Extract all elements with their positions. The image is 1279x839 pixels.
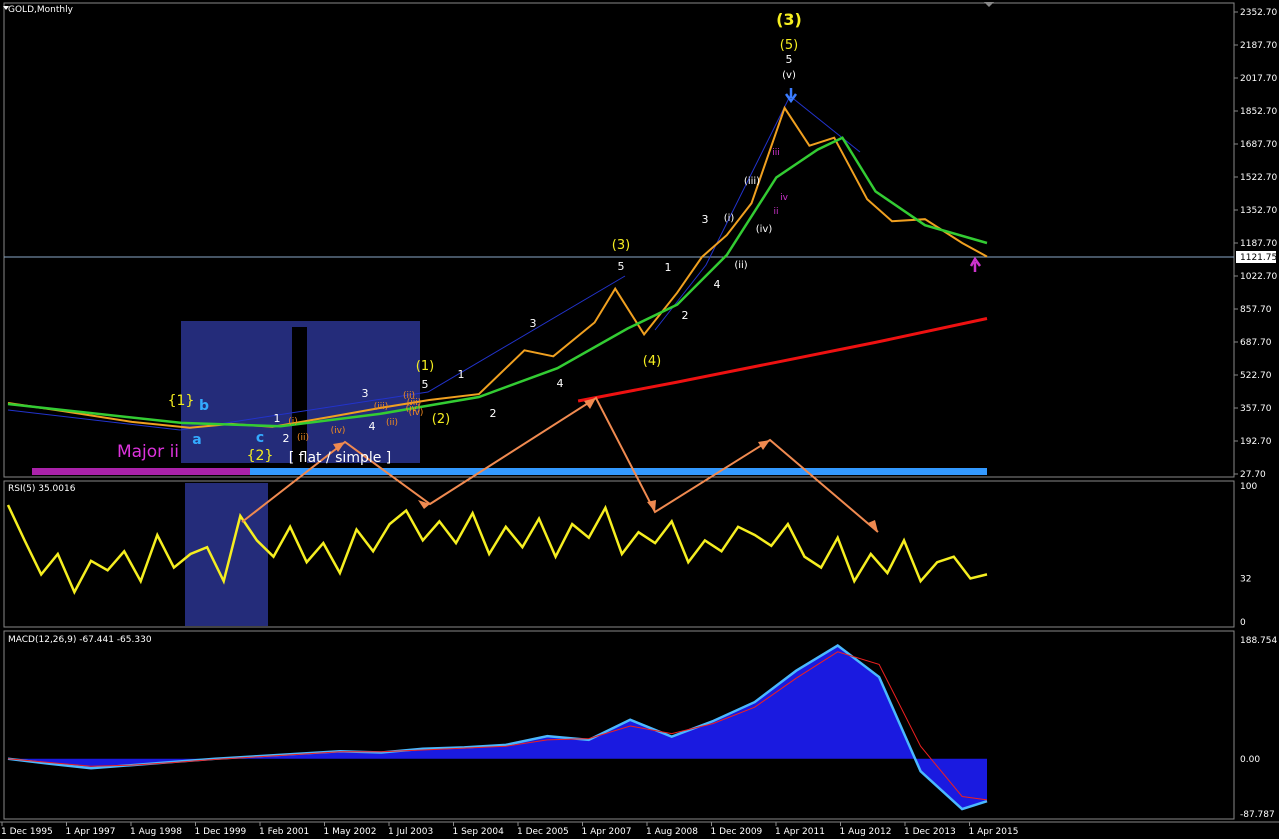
wave-label: 4 [714,278,721,291]
wave-label: 1 [665,261,672,274]
wave-label: 5 [422,378,429,391]
wave-label: (iv) [409,408,424,418]
x-tick-label: 1 Feb 2001 [259,827,309,837]
wave-label: 1 [458,368,465,381]
rsi-y-tick-label: 32 [1240,574,1251,584]
wave-label: 4 [557,377,564,390]
wave-label: 2 [283,432,290,445]
macd-y-tick-label: -87.787 [1240,810,1275,820]
strip-blue [250,468,987,475]
wave-label: 5 [786,53,793,66]
wave-label: (ii) [297,433,309,443]
wave-label: c [256,430,264,446]
price-y-tick-label: 1522.70 [1240,173,1277,183]
wave-label: (3) [776,10,802,29]
x-tick-label: 1 Apr 1997 [66,827,116,837]
price-y-tick-label: 2187.70 [1240,41,1277,51]
wave-label: (iii) [407,398,422,408]
rsi-y-tick-label: 100 [1240,482,1257,492]
wave-label: b [199,398,209,414]
wave-label: (4) [643,354,661,369]
macd-y-tick-label: 0.00 [1240,755,1260,765]
strip-magenta [32,468,250,475]
wave-label: (v) [782,70,796,81]
highlight-box-rsi [185,483,268,626]
wave-label: 3 [530,317,537,330]
x-tick-label: 1 Aug 2012 [840,827,892,837]
wave-label: (iii) [744,176,760,187]
wave-label: {2} [247,448,274,464]
price-y-tick-label: 2017.70 [1240,74,1277,84]
scroll-marker-icon[interactable] [984,2,994,7]
x-tick-label: 1 Apr 2011 [775,827,825,837]
wave-label: 3 [702,213,709,226]
wave-label: [ flat / simple ] [289,450,392,466]
sma-green-line [7,136,988,428]
price-y-tick-label: 27.70 [1240,470,1266,480]
rsi-y-tick-label: 0 [1240,618,1246,628]
wave-label: (1) [416,359,434,374]
wave-label: (2) [432,412,450,427]
wave-label: a [192,432,201,448]
wave-label: (iv) [756,224,773,235]
wave-label: 2 [490,407,497,420]
price-y-tick-label: 1687.70 [1240,140,1277,150]
price-y-tick-label: 357.70 [1240,404,1272,414]
price-y-tick-label: 857.70 [1240,305,1272,315]
price-y-tick-label: 1187.70 [1240,239,1277,249]
wave-label: (iii) [374,402,389,412]
x-tick-label: 1 Apr 2007 [582,827,632,837]
wave-label: (ii) [386,418,398,428]
bottom-arrow-icon [969,256,982,272]
price-series-line [7,105,988,429]
x-tick-label: 1 May 2002 [324,827,377,837]
macd-histogram [8,645,987,810]
x-tick-label: 1 Dec 1995 [1,827,53,837]
wave-label: iii [772,148,780,158]
x-tick-label: 1 Dec 1999 [195,827,247,837]
wave-label: 5 [618,260,625,273]
price-y-tick-label: 192.70 [1240,437,1272,447]
x-tick-label: 1 Sep 2004 [453,827,505,837]
price-y-tick-label: 1852.70 [1240,107,1277,117]
x-tick-label: 1 Aug 1998 [130,827,182,837]
x-tick-label: 1 Dec 2005 [517,827,569,837]
price-y-tick-label: 1352.70 [1240,206,1277,216]
sma-red-line [577,317,988,403]
wave-label: iv [780,193,789,203]
current-price-label: 1121.75 [1240,253,1277,263]
price-y-tick-label: 2352.70 [1240,8,1277,18]
price-y-tick-label: 522.70 [1240,371,1272,381]
wave-label: 1 [274,412,281,425]
x-tick-label: 1 Jul 2003 [388,827,433,837]
x-tick-label: 1 Dec 2013 [904,827,956,837]
macd-title: MACD(12,26,9) -67.441 -65.330 [8,635,152,645]
price-y-tick-label: 687.70 [1240,338,1272,348]
wave-label: Major ii [117,442,179,462]
wave-label: 3 [362,387,369,400]
wave-label: 4 [369,420,376,433]
x-tick-label: 1 Apr 2015 [969,827,1019,837]
wave-label: (ii) [734,260,747,271]
macd-y-tick-label: 188.754 [1240,636,1277,646]
x-tick-label: 1 Dec 2009 [711,827,763,837]
wave-label: (5) [780,38,798,53]
price-y-tick-label: 1022.70 [1240,272,1277,282]
rsi-title: RSI(5) 35.0016 [8,484,76,494]
rsi-line [6,504,988,595]
wave-label: {1} [168,393,195,409]
wave-label: (i) [724,213,735,224]
x-tick-label: 1 Aug 2008 [646,827,698,837]
wave-label: 2 [682,309,689,322]
chart-title: GOLD,Monthly [8,5,74,15]
chart-window: GOLD,Monthly 1121.75 2352.70 2187.70 2017.… [0,2,1279,837]
wave-label: (i) [288,417,298,427]
wave-label: (iv) [331,426,346,436]
wave-label: (3) [612,238,630,253]
wave-label: ii [773,207,778,217]
